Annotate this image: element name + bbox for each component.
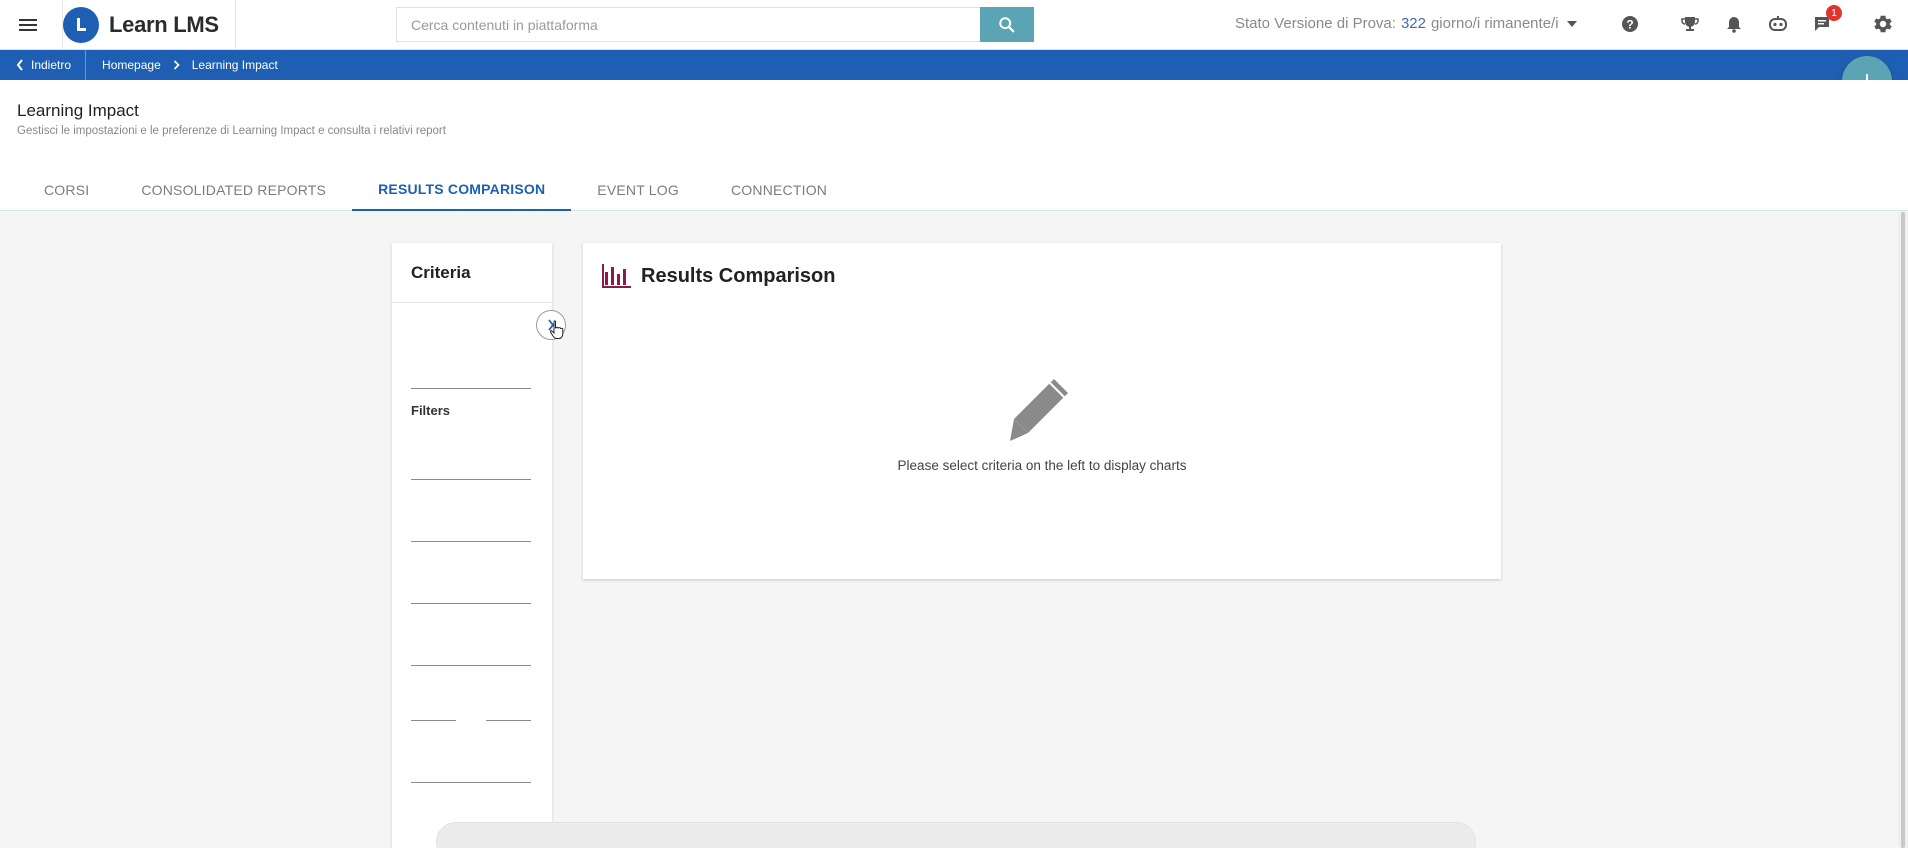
filter-field-5[interactable] bbox=[411, 782, 531, 783]
search-icon bbox=[999, 16, 1015, 32]
filter-field-2[interactable] bbox=[411, 541, 531, 542]
hand-cursor-icon bbox=[549, 320, 564, 339]
results-comparison-card: Results Comparison Please select criteri… bbox=[583, 243, 1501, 579]
criteria-field[interactable] bbox=[411, 388, 531, 389]
empty-state-message: Please select criteria on the left to di… bbox=[897, 458, 1187, 473]
back-button[interactable]: Indietro bbox=[0, 50, 87, 80]
svg-text:?: ? bbox=[1626, 18, 1633, 32]
breadcrumb: Indietro Homepage Learning Impact bbox=[0, 50, 1908, 80]
results-title-text: Results Comparison bbox=[641, 264, 836, 287]
bot-icon[interactable] bbox=[1766, 12, 1790, 36]
page-header: Learning Impact Gestisci le impostazioni… bbox=[0, 80, 1908, 211]
results-title: Results Comparison bbox=[601, 263, 835, 289]
filter-field-4[interactable] bbox=[411, 665, 531, 666]
trophy-icon[interactable] bbox=[1678, 12, 1702, 36]
page-subtitle: Gestisci le impostazioni e le preferenze… bbox=[17, 125, 446, 137]
logo-icon bbox=[63, 7, 99, 43]
tab-connection[interactable]: CONNECTION bbox=[705, 168, 853, 211]
filter-date-to[interactable] bbox=[486, 720, 531, 721]
chat-icon[interactable]: 1 bbox=[1810, 5, 1842, 36]
filters-label: Filters bbox=[411, 403, 451, 418]
tab-bar: CORSI CONSOLIDATED REPORTS RESULTS COMPA… bbox=[18, 168, 853, 211]
chevron-left-icon bbox=[16, 59, 23, 71]
tab-consolidated-reports[interactable]: CONSOLIDATED REPORTS bbox=[115, 168, 352, 211]
trial-status-dropdown[interactable]: Stato Versione di Prova: 322 giorno/i ri… bbox=[1235, 15, 1577, 32]
search-input[interactable]: Cerca contenuti in piattaforma bbox=[396, 7, 980, 42]
tab-event-log[interactable]: EVENT LOG bbox=[571, 168, 705, 211]
bottom-placeholder bbox=[436, 822, 1476, 848]
criteria-title: Criteria bbox=[392, 243, 552, 303]
breadcrumb-current: Learning Impact bbox=[191, 58, 278, 72]
filter-date-from[interactable] bbox=[411, 720, 456, 721]
breadcrumb-home[interactable]: Homepage bbox=[86, 58, 161, 72]
search-button[interactable] bbox=[980, 7, 1034, 42]
page-scrollbar[interactable] bbox=[1898, 212, 1908, 848]
hamburger-icon[interactable] bbox=[16, 13, 40, 37]
page-title: Learning Impact bbox=[17, 101, 139, 120]
caret-down-icon bbox=[1566, 20, 1577, 27]
help-icon[interactable]: ? bbox=[1618, 12, 1642, 36]
back-label: Indietro bbox=[31, 58, 72, 72]
criteria-panel: Criteria Filters bbox=[392, 243, 552, 848]
bar-chart-icon bbox=[602, 264, 631, 288]
chat-badge: 1 bbox=[1826, 5, 1842, 21]
pencil-icon bbox=[1010, 379, 1068, 441]
trial-prefix: Stato Versione di Prova: bbox=[1235, 15, 1396, 32]
filter-field-1[interactable] bbox=[411, 479, 531, 480]
gear-icon[interactable] bbox=[1871, 12, 1895, 36]
scrollbar-thumb[interactable] bbox=[1901, 212, 1905, 848]
app-name: Learn LMS bbox=[109, 12, 219, 37]
trial-days: 322 bbox=[1400, 15, 1426, 32]
app-logo[interactable]: Learn LMS bbox=[62, 0, 236, 50]
tab-corsi[interactable]: CORSI bbox=[18, 168, 115, 211]
bell-icon[interactable] bbox=[1722, 12, 1746, 36]
filter-field-3[interactable] bbox=[411, 603, 531, 604]
top-bar: Learn LMS Cerca contenuti in piattaforma… bbox=[0, 0, 1908, 50]
trial-suffix: giorno/i rimanente/i bbox=[1430, 15, 1559, 32]
tab-results-comparison[interactable]: RESULTS COMPARISON bbox=[352, 168, 572, 211]
chevron-right-icon bbox=[173, 60, 180, 70]
